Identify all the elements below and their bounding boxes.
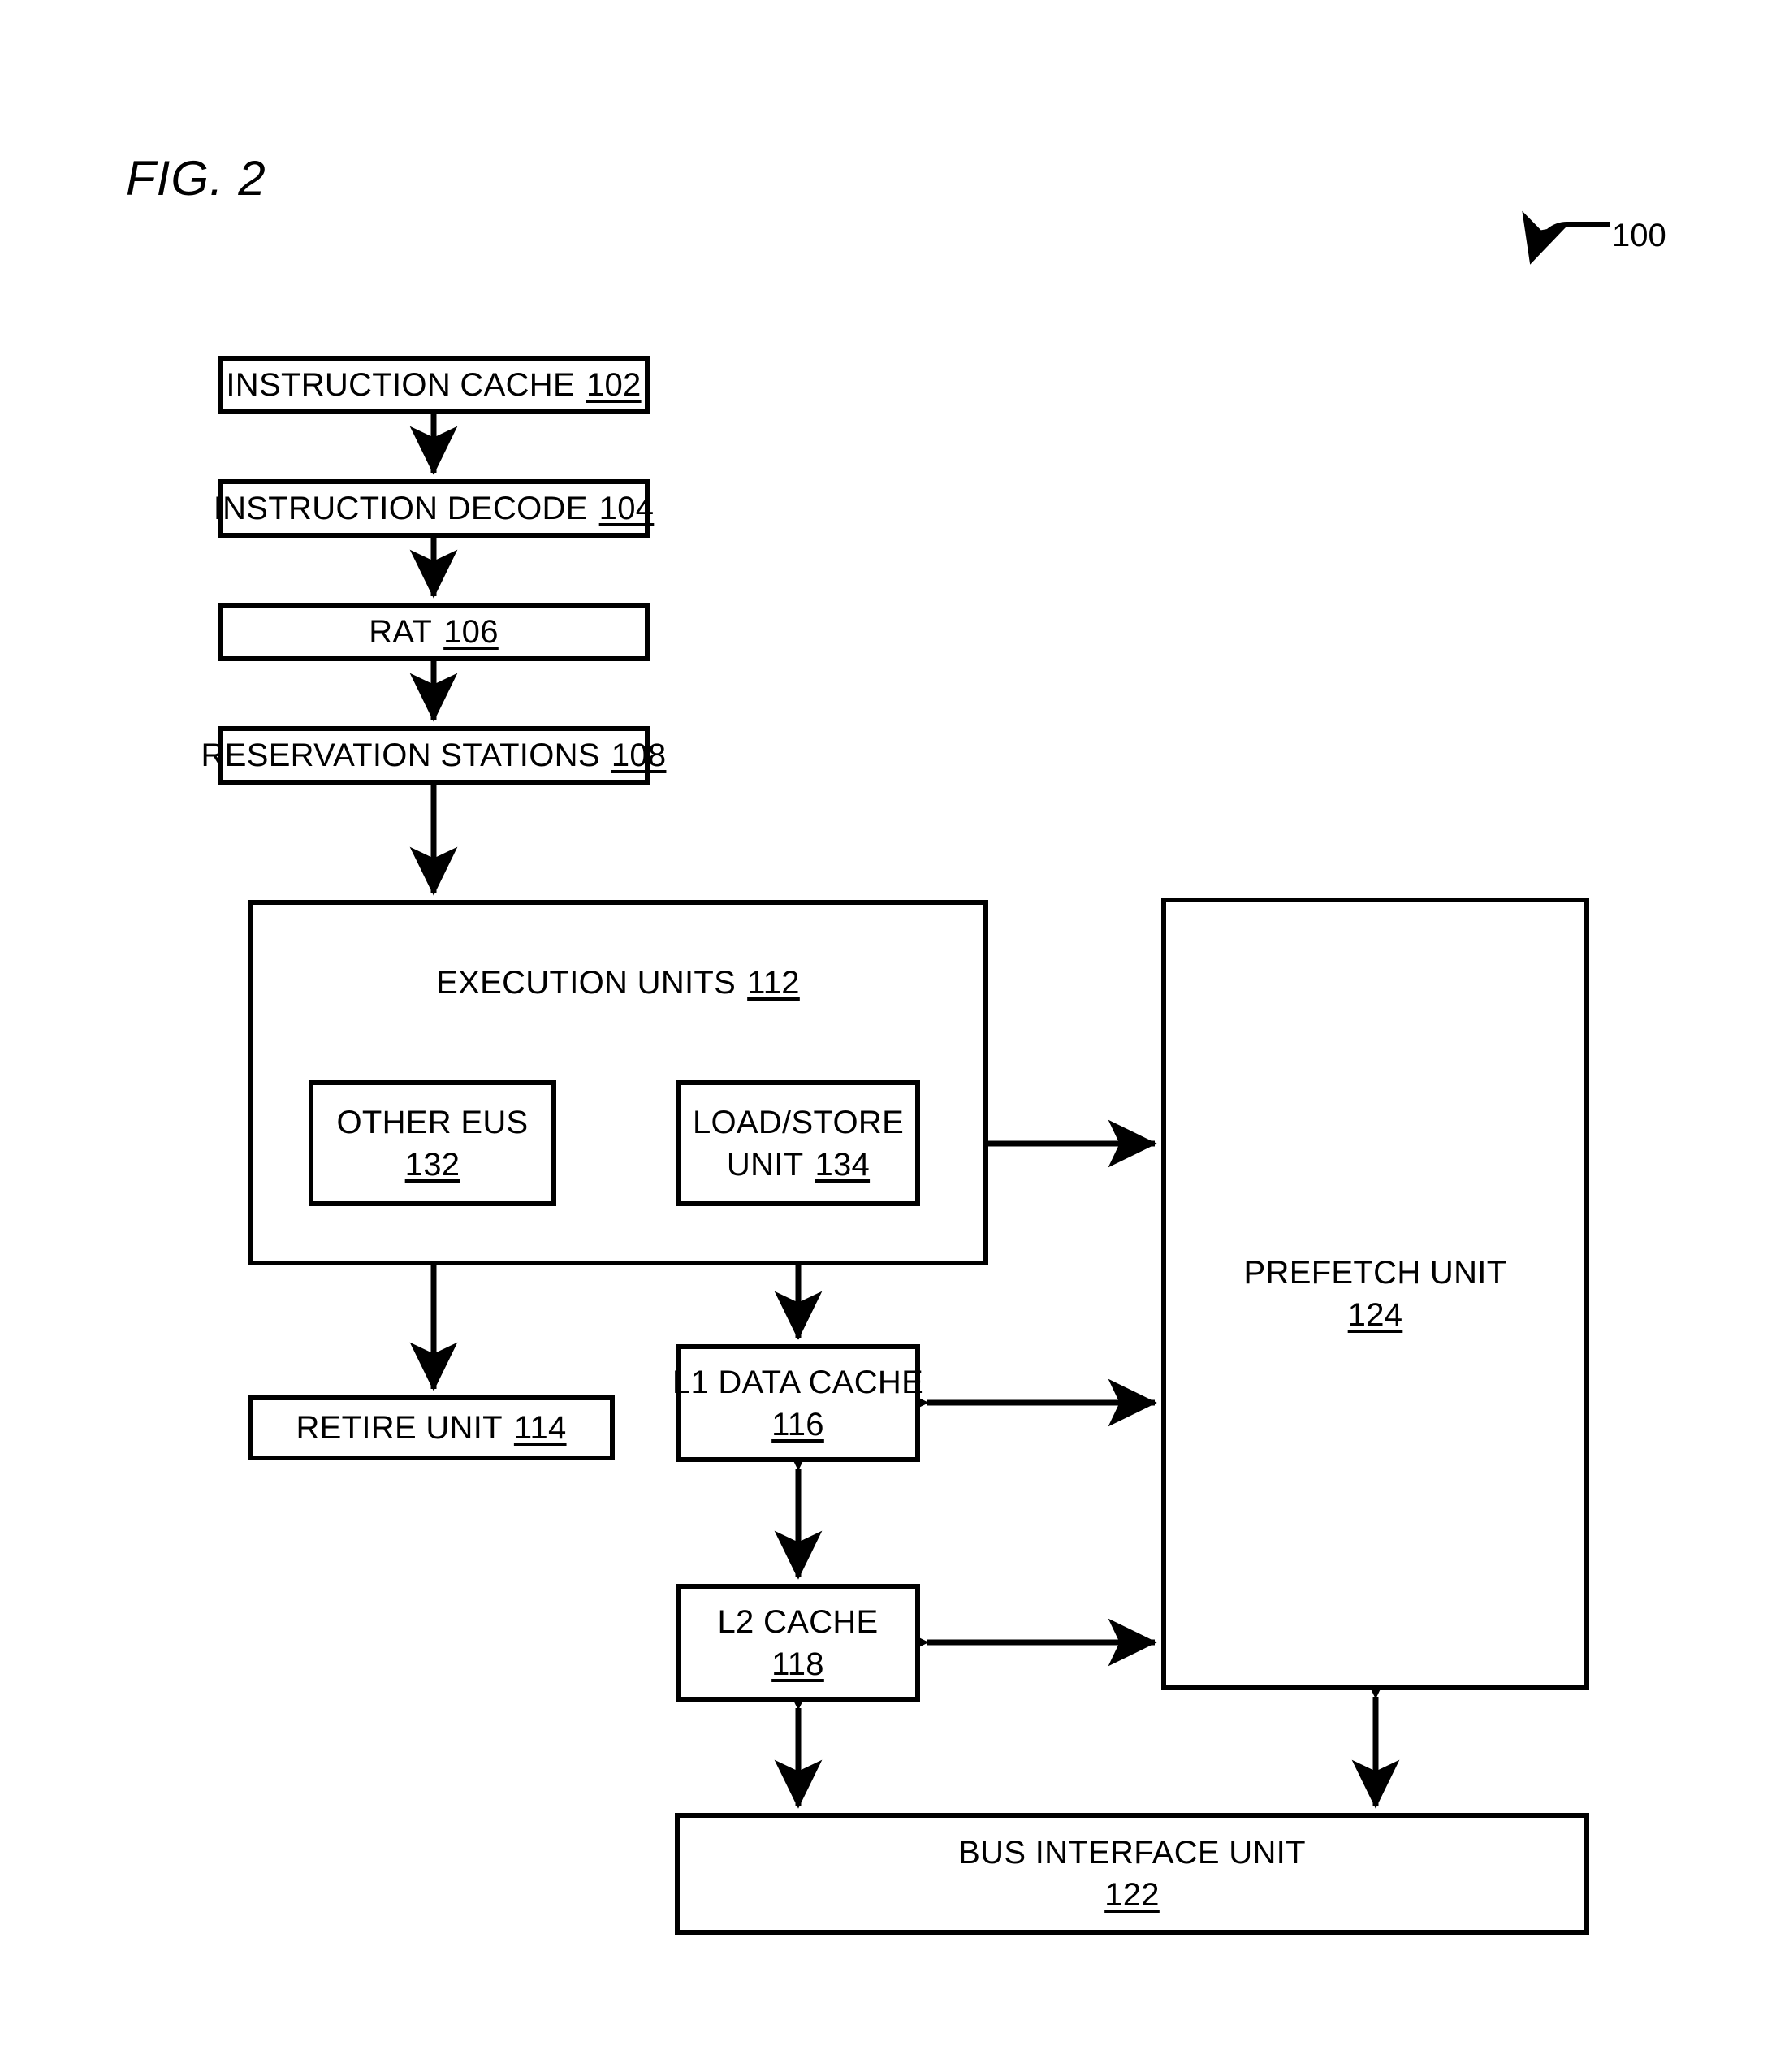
block-instruction-cache[interactable]: INSTRUCTION CACHE 102 — [218, 356, 650, 414]
instruction-cache-title: INSTRUCTION CACHE — [226, 367, 575, 403]
figure-label: FIG. 2 — [126, 151, 266, 205]
bus-interface-unit-title: BUS INTERFACE UNIT — [958, 1835, 1306, 1871]
instruction-cache-number: 102 — [586, 367, 642, 403]
l2-cache-title: L2 CACHE — [717, 1603, 879, 1640]
execution-units-title: EXECUTION UNITS — [436, 965, 737, 1001]
other-eus-number: 132 — [404, 1146, 460, 1183]
rat-title: RAT — [369, 614, 433, 650]
l2-cache-number: 118 — [771, 1646, 824, 1682]
block-prefetch-unit[interactable]: PREFETCH UNIT 124 — [1161, 898, 1589, 1690]
block-l1-data-cache[interactable]: L1 DATA CACHE 116 — [672, 1344, 923, 1462]
block-other-eus[interactable]: OTHER EUS 132 — [309, 1080, 556, 1206]
retire-unit-number: 114 — [513, 1410, 567, 1446]
block-load-store-unit[interactable]: LOAD/STORE UNIT 134 — [676, 1080, 920, 1206]
block-reservation-stations[interactable]: RESERVATION STATIONS 108 — [201, 726, 666, 785]
load-store-unit-title-line1: LOAD/STORE — [692, 1104, 905, 1140]
l1-data-cache-number: 116 — [771, 1406, 824, 1443]
execution-units-number: 112 — [747, 965, 800, 1001]
load-store-unit-title-line2: UNIT — [726, 1146, 804, 1183]
reservation-stations-title: RESERVATION STATIONS — [201, 738, 600, 773]
retire-unit-title: RETIRE UNIT — [296, 1410, 503, 1446]
block-instruction-decode[interactable]: INSTRUCTION DECODE 104 — [214, 479, 654, 538]
instruction-decode-number: 104 — [598, 491, 655, 526]
rat-number: 106 — [443, 614, 499, 650]
bus-interface-unit-number: 122 — [1104, 1877, 1160, 1913]
prefetch-unit-title: PREFETCH UNIT — [1243, 1255, 1507, 1291]
prefetch-unit-number: 124 — [1347, 1297, 1403, 1333]
block-bus-interface-unit[interactable]: BUS INTERFACE UNIT 122 — [675, 1813, 1589, 1935]
system-reference-number: 100 — [1612, 218, 1666, 253]
l1-data-cache-title: L1 DATA CACHE — [672, 1364, 924, 1400]
reservation-stations-number: 108 — [611, 738, 667, 773]
instruction-decode-title: INSTRUCTION DECODE — [213, 491, 588, 526]
block-retire-unit[interactable]: RETIRE UNIT 114 — [248, 1395, 615, 1460]
other-eus-title: OTHER EUS — [336, 1104, 529, 1140]
block-rat[interactable]: RAT 106 — [218, 603, 650, 661]
block-l2-cache[interactable]: L2 CACHE 118 — [676, 1584, 920, 1702]
patent-figure-page: FIG. 2 100 INSTRUCTION CACHE 102 INSTRUC… — [0, 0, 1776, 2072]
load-store-unit-number: 134 — [815, 1146, 871, 1183]
